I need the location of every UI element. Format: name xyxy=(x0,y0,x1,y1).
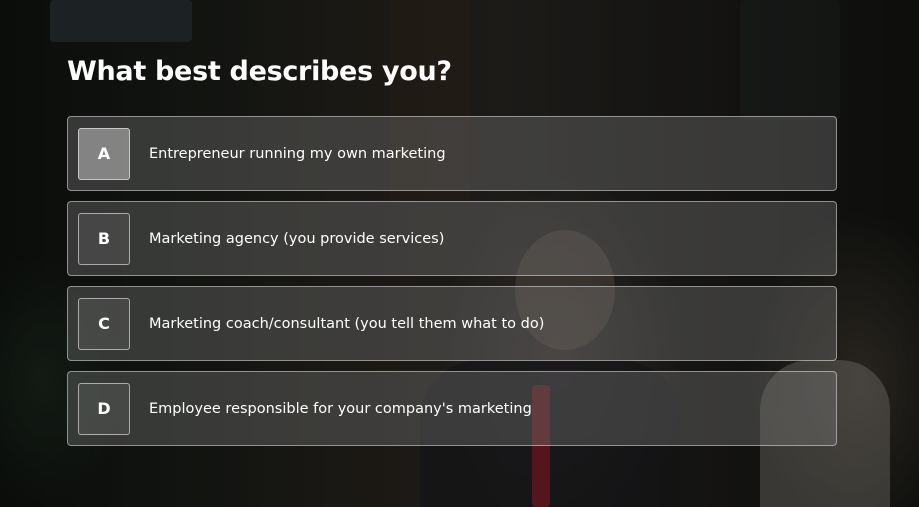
answer-option-c[interactable]: C Marketing coach/consultant (you tell t… xyxy=(67,286,837,361)
quiz-screen: What best describes you? A Entrepreneur … xyxy=(0,0,919,507)
option-key: C xyxy=(78,297,130,350)
option-label: Employee responsible for your company's … xyxy=(149,400,532,417)
answer-options: A Entrepreneur running my own marketing … xyxy=(67,116,837,456)
answer-option-d[interactable]: D Employee responsible for your company'… xyxy=(67,371,837,446)
option-key: D xyxy=(78,382,130,435)
option-key: B xyxy=(78,212,130,265)
option-label: Entrepreneur running my own marketing xyxy=(149,145,446,162)
answer-option-b[interactable]: B Marketing agency (you provide services… xyxy=(67,201,837,276)
option-label: Marketing agency (you provide services) xyxy=(149,230,445,247)
option-key: A xyxy=(78,127,130,180)
option-label: Marketing coach/consultant (you tell the… xyxy=(149,315,545,332)
question-title: What best describes you? xyxy=(67,56,452,87)
answer-option-a[interactable]: A Entrepreneur running my own marketing xyxy=(67,116,837,191)
